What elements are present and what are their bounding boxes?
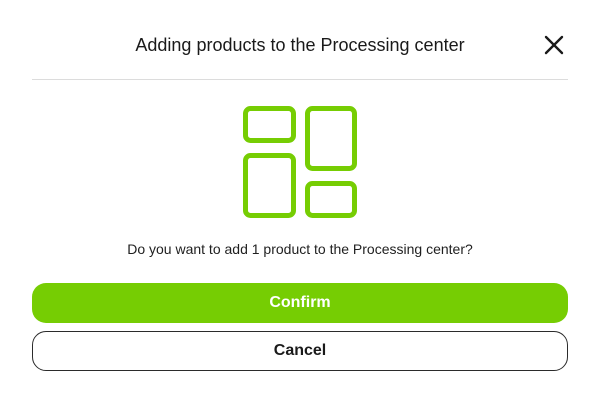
dashboard-tiles-icon bbox=[243, 106, 357, 218]
header-divider bbox=[32, 79, 568, 80]
confirmation-message: Do you want to add 1 product to the Proc… bbox=[127, 241, 473, 257]
add-to-processing-center-dialog: Adding products to the Processing center… bbox=[0, 0, 600, 403]
close-button[interactable] bbox=[540, 31, 568, 59]
dialog-title: Adding products to the Processing center bbox=[135, 35, 465, 55]
close-icon bbox=[544, 35, 564, 55]
cancel-button[interactable]: Cancel bbox=[32, 331, 568, 371]
confirm-button[interactable]: Confirm bbox=[32, 283, 568, 323]
